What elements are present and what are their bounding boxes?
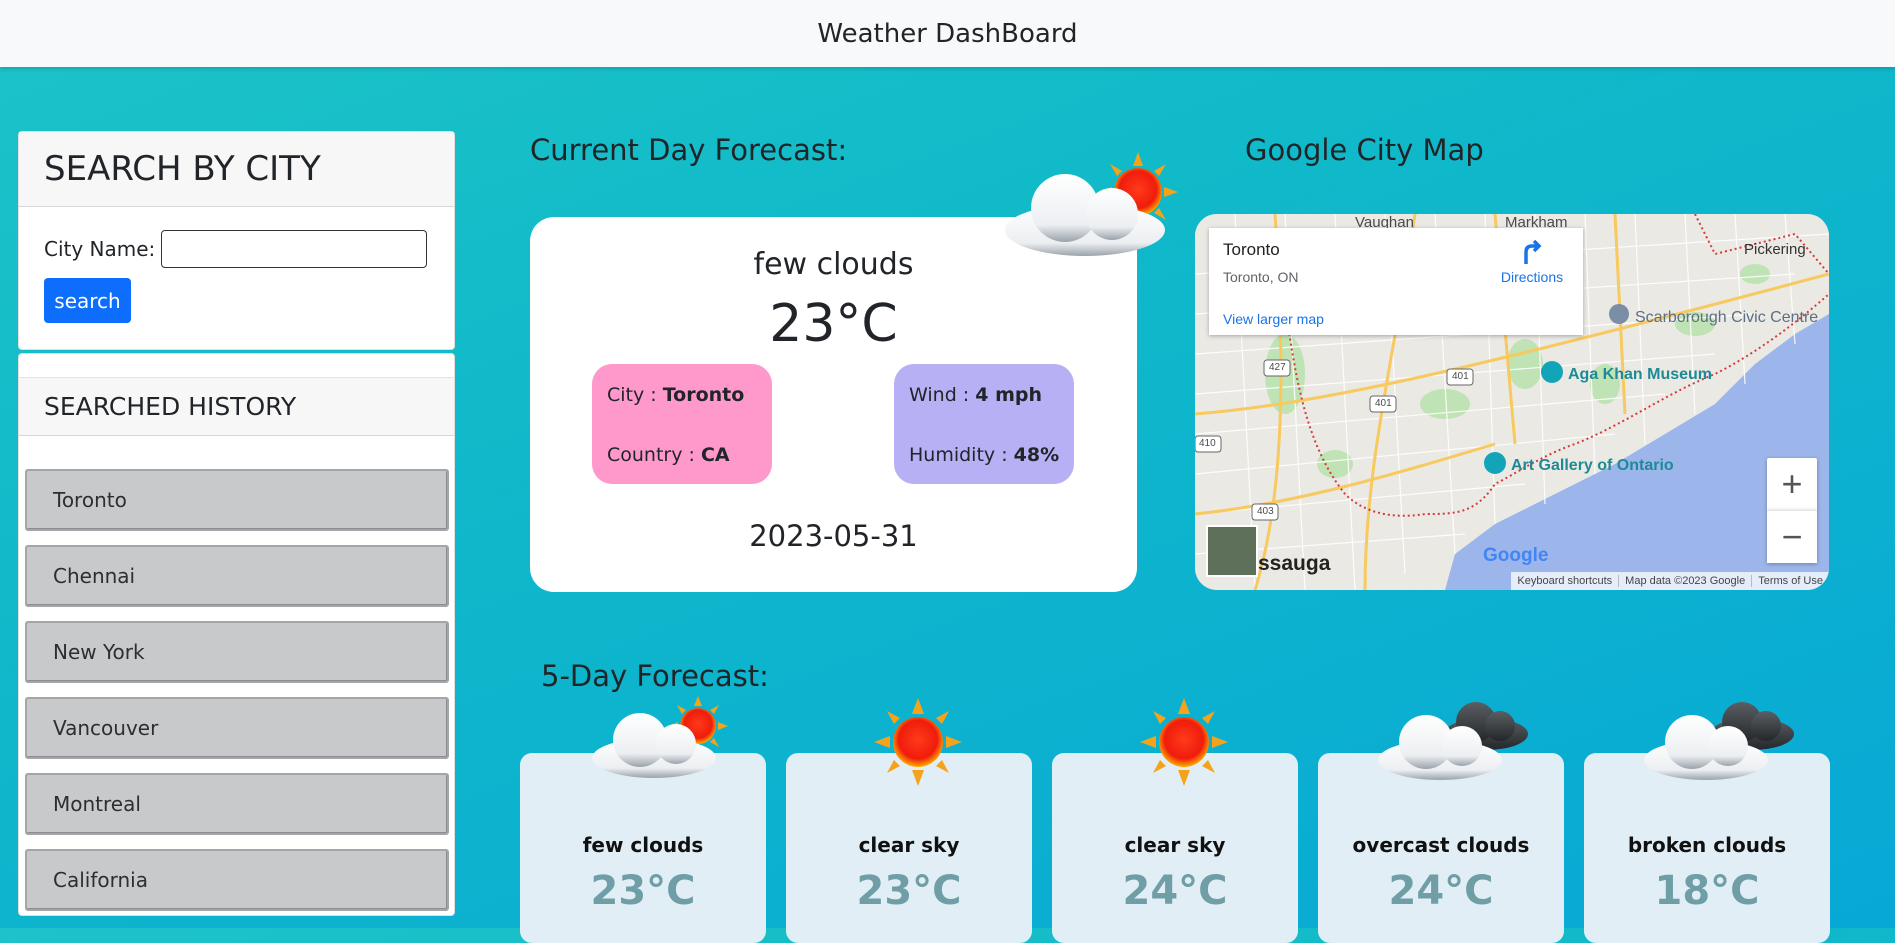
city-label: City : bbox=[607, 384, 663, 406]
map-label-401-west: 401 bbox=[1375, 398, 1392, 409]
google-map[interactable]: Vaughan Markham Pickering Scarborough Ci… bbox=[1195, 214, 1829, 590]
history-item-montreal[interactable]: Montreal bbox=[25, 773, 449, 835]
history-item-vancouver[interactable]: Vancouver bbox=[25, 697, 449, 759]
city-name-label: City Name: bbox=[44, 237, 156, 261]
map-label-mississauga: ssauga bbox=[1258, 552, 1331, 575]
humidity-value: 48% bbox=[1013, 444, 1060, 466]
forecast-temperature: 23°C bbox=[590, 868, 696, 914]
forecast-card-1: few clouds 23°C bbox=[520, 753, 766, 943]
map-label-410: 410 bbox=[1199, 438, 1216, 449]
wind-value: 4 mph bbox=[975, 384, 1042, 406]
current-forecast-heading: Current Day Forecast: bbox=[530, 133, 848, 167]
sun-icon bbox=[874, 698, 962, 786]
current-forecast-card: few clouds 23°C City : Toronto Country :… bbox=[530, 217, 1137, 592]
forecast-temperature: 24°C bbox=[1388, 868, 1494, 914]
forecast-temperature: 23°C bbox=[856, 868, 962, 914]
current-date: 2023-05-31 bbox=[749, 519, 918, 553]
map-label-401-east: 401 bbox=[1452, 371, 1469, 382]
city-value: Toronto bbox=[662, 384, 745, 406]
navbar-title[interactable]: Weather DashBoard bbox=[817, 19, 1077, 49]
few-clouds-icon bbox=[592, 696, 728, 778]
search-panel: SEARCH BY CITY City Name: search bbox=[18, 131, 455, 350]
map-place-name: Toronto bbox=[1223, 240, 1280, 259]
current-temperature: 23°C bbox=[769, 294, 898, 354]
humidity-label: Humidity : bbox=[909, 444, 1014, 466]
forecast-description: overcast clouds bbox=[1352, 833, 1530, 857]
map-footer: Keyboard shortcuts Map data ©2023 Google… bbox=[1511, 572, 1829, 590]
history-item-toronto[interactable]: Toronto bbox=[25, 469, 449, 531]
map-label-427: 427 bbox=[1269, 362, 1286, 373]
map-data-text: Map data ©2023 Google bbox=[1618, 575, 1751, 587]
directions-icon bbox=[1524, 239, 1542, 264]
wind-label: Wind : bbox=[909, 384, 976, 406]
map-heading: Google City Map bbox=[1245, 133, 1484, 167]
navbar: Weather DashBoard bbox=[0, 0, 1895, 67]
forecast-temperature: 24°C bbox=[1122, 868, 1228, 914]
forecast-description: clear sky bbox=[858, 833, 960, 857]
map-label-art-gallery: Art Gallery of Ontario bbox=[1511, 457, 1674, 474]
history-panel: SEARCHED HISTORY Toronto Chennai New Yor… bbox=[18, 353, 455, 916]
country-value: CA bbox=[700, 444, 730, 466]
map-label-scarborough: Scarborough Civic Centre bbox=[1635, 309, 1819, 326]
history-item-new-york[interactable]: New York bbox=[25, 621, 449, 683]
map-place-address: Toronto, ON bbox=[1223, 269, 1299, 285]
directions-button[interactable]: Directions bbox=[1494, 238, 1570, 285]
location-box: City : Toronto Country : CA bbox=[592, 364, 772, 484]
country-label: Country : bbox=[607, 444, 701, 466]
sun-icon bbox=[1140, 698, 1228, 786]
history-item-chennai[interactable]: Chennai bbox=[25, 545, 449, 607]
forecast-description: few clouds bbox=[582, 833, 704, 857]
city-name-row: City Name: bbox=[44, 230, 428, 268]
forecast-description: broken clouds bbox=[1627, 833, 1787, 857]
map-label-403: 403 bbox=[1257, 506, 1274, 517]
history-item-california[interactable]: California bbox=[25, 849, 449, 911]
city-name-input[interactable] bbox=[161, 230, 428, 268]
zoom-out-button[interactable]: − bbox=[1767, 510, 1817, 563]
zoom-in-button[interactable]: + bbox=[1767, 458, 1817, 510]
history-list: Toronto Chennai New York Vancouver Montr… bbox=[25, 469, 449, 925]
directions-label: Directions bbox=[1500, 269, 1564, 285]
forecast-description: clear sky bbox=[1124, 833, 1226, 857]
few-clouds-icon bbox=[1005, 152, 1178, 256]
search-button[interactable]: search bbox=[44, 278, 131, 323]
history-heading: SEARCHED HISTORY bbox=[19, 377, 454, 436]
overcast-clouds-icon bbox=[1378, 702, 1528, 780]
broken-clouds-icon bbox=[1644, 702, 1794, 780]
map-label-pickering: Pickering bbox=[1744, 241, 1806, 258]
search-heading: SEARCH BY CITY bbox=[19, 132, 454, 207]
forecast-temperature: 18°C bbox=[1654, 868, 1760, 914]
keyboard-shortcuts-link[interactable]: Keyboard shortcuts bbox=[1511, 575, 1618, 587]
conditions-box: Wind : 4 mph Humidity : 48% bbox=[894, 364, 1074, 484]
terms-of-use-link[interactable]: Terms of Use bbox=[1751, 575, 1829, 587]
view-larger-map-link[interactable]: View larger map bbox=[1223, 311, 1324, 327]
google-logo: Google bbox=[1483, 545, 1549, 566]
five-day-heading: 5-Day Forecast: bbox=[541, 659, 769, 693]
map-label-aga-khan: Aga Khan Museum bbox=[1568, 366, 1713, 383]
map-place-card: Toronto Toronto, ON Directions View larg… bbox=[1209, 228, 1583, 335]
